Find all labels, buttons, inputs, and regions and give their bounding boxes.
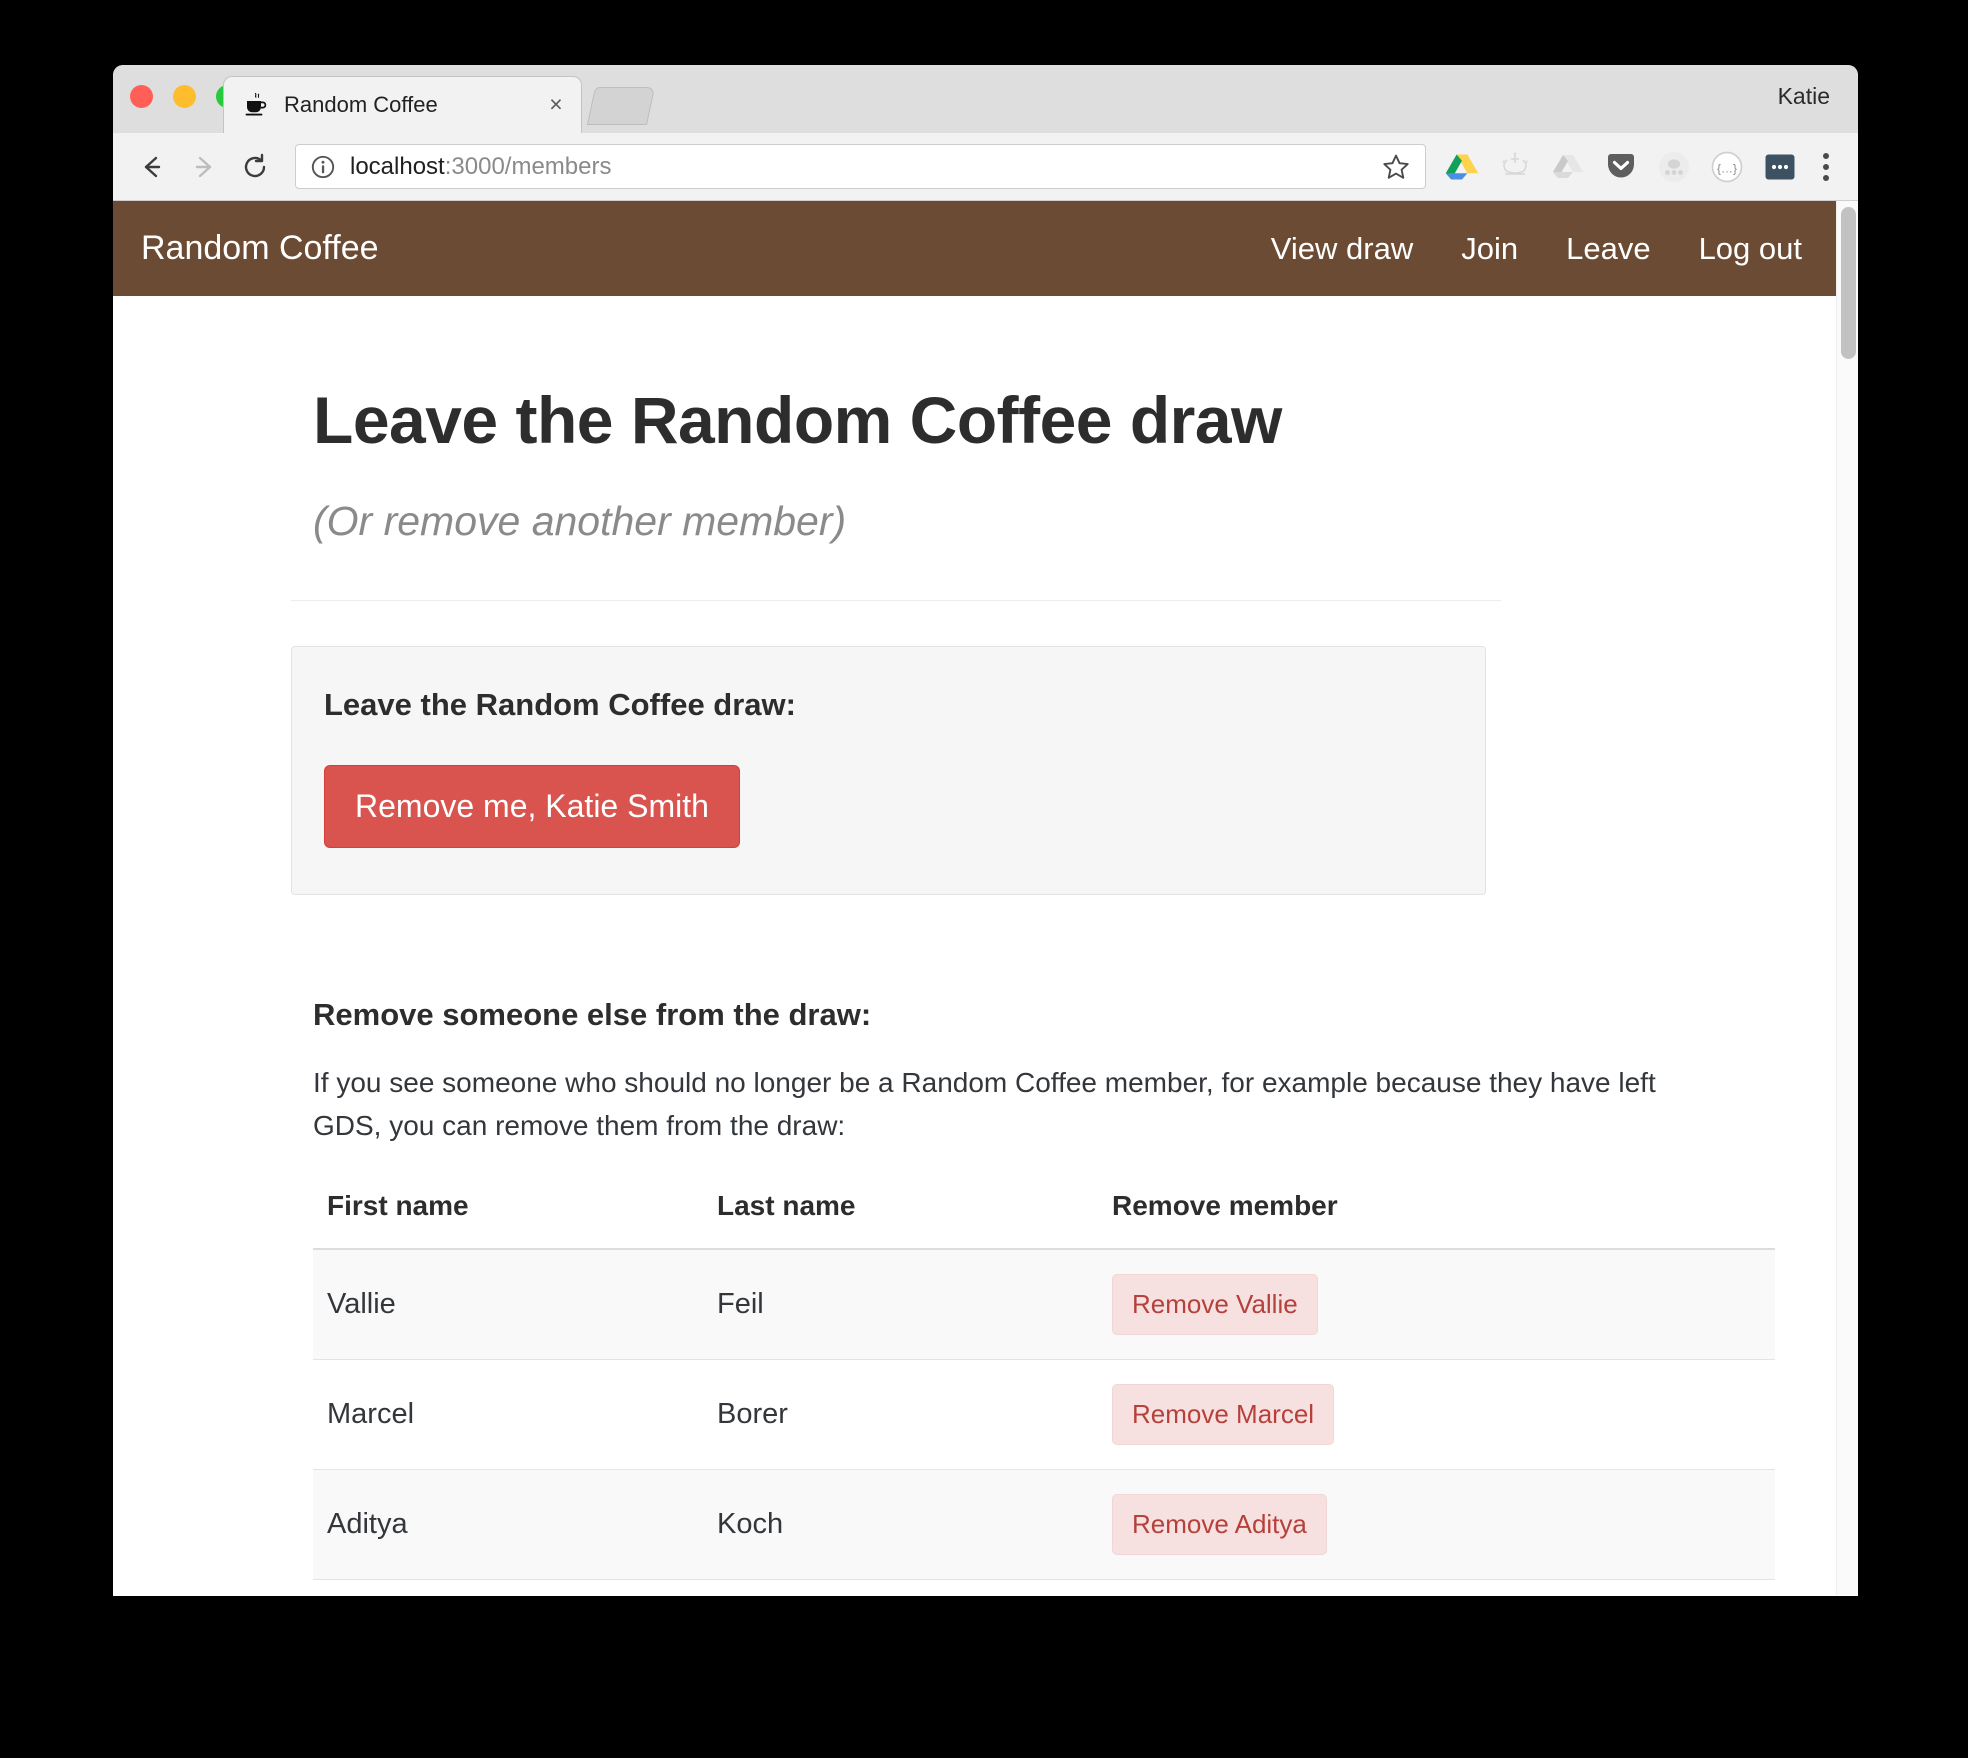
- url-path: :3000/members: [444, 152, 612, 180]
- browser-toolbar: localhost:3000/members {…}: [113, 133, 1858, 201]
- cell-last-name: Koch: [703, 1469, 1098, 1580]
- table-header-row: First name Last name Remove member: [313, 1189, 1775, 1250]
- drive-grey-icon[interactable]: [1550, 149, 1586, 185]
- site-nav-links: View draw Join Leave Log out: [1271, 231, 1802, 267]
- cell-first-name: Vallie: [313, 1248, 703, 1360]
- nav-link-join[interactable]: Join: [1461, 231, 1518, 267]
- leave-draw-panel: Leave the Random Coffee draw: Remove me,…: [291, 646, 1486, 895]
- address-bar-url: localhost:3000/members: [350, 153, 1381, 181]
- divider: [291, 600, 1501, 601]
- cell-first-name: Aditya: [313, 1469, 703, 1580]
- reload-icon[interactable]: [231, 143, 279, 191]
- back-arrow-icon[interactable]: [127, 143, 175, 191]
- cell-remove-action: Remove Vallie: [1098, 1248, 1775, 1360]
- table-row: Vallie Feil Remove Vallie: [313, 1248, 1775, 1360]
- coffee-cup-icon: [242, 91, 270, 119]
- forward-arrow-icon[interactable]: [179, 143, 227, 191]
- page-viewport: Random Coffee View draw Join Leave Log o…: [113, 201, 1858, 1595]
- site-navbar: Random Coffee View draw Join Leave Log o…: [113, 201, 1836, 296]
- remove-me-button[interactable]: Remove me, Katie Smith: [324, 765, 740, 848]
- leave-panel-heading: Leave the Random Coffee draw:: [324, 687, 796, 722]
- close-icon[interactable]: ×: [543, 92, 569, 118]
- remove-others-description: If you see someone who should no longer …: [313, 1067, 1656, 1142]
- members-table-body: Vallie Feil Remove Vallie Marcel Borer R…: [313, 1248, 1775, 1580]
- members-table: First name Last name Remove member Valli…: [313, 1189, 1775, 1580]
- remove-others-heading: Remove someone else from the draw:: [313, 997, 872, 1032]
- nav-link-view-draw[interactable]: View draw: [1271, 231, 1413, 267]
- cell-remove-action: Remove Aditya: [1098, 1469, 1775, 1580]
- table-row: Aditya Koch Remove Aditya: [313, 1469, 1775, 1580]
- remove-member-button[interactable]: Remove Marcel: [1112, 1383, 1335, 1445]
- page-subtitle: (Or remove another member): [313, 498, 847, 544]
- site-brand[interactable]: Random Coffee: [141, 229, 379, 268]
- column-header-first-name: First name: [313, 1189, 703, 1250]
- browser-tab-title: Random Coffee: [284, 92, 438, 117]
- three-dot-menu-icon[interactable]: [1808, 147, 1844, 187]
- window-user-label: Katie: [1777, 83, 1830, 109]
- table-row: Marcel Borer Remove Marcel: [313, 1359, 1775, 1470]
- close-window-button[interactable]: [130, 85, 153, 108]
- cell-first-name: Marcel: [313, 1359, 703, 1470]
- cell-last-name: Borer: [703, 1359, 1098, 1470]
- column-header-remove-member: Remove member: [1098, 1189, 1775, 1250]
- pocket-icon[interactable]: [1603, 149, 1639, 185]
- url-host: localhost: [350, 152, 445, 180]
- nav-link-leave[interactable]: Leave: [1566, 231, 1650, 267]
- new-tab-button[interactable]: [586, 87, 656, 125]
- avatar-grey-icon[interactable]: [1656, 149, 1692, 185]
- svg-text:{…}: {…}: [1717, 161, 1737, 175]
- cell-remove-action: Remove Marcel: [1098, 1359, 1775, 1470]
- nav-link-log-out[interactable]: Log out: [1699, 231, 1802, 267]
- members-table-head: First name Last name Remove member: [313, 1189, 1775, 1250]
- column-header-last-name: Last name: [703, 1189, 1098, 1250]
- page-content: Leave the Random Coffee draw (Or remove …: [113, 296, 1858, 1580]
- browser-titlebar: Random Coffee × Katie: [113, 65, 1858, 133]
- page-scrollbar[interactable]: [1836, 201, 1858, 1595]
- cell-last-name: Feil: [703, 1248, 1098, 1360]
- browser-tab-random-coffee[interactable]: Random Coffee ×: [223, 76, 582, 133]
- bookmark-star-icon[interactable]: [1381, 152, 1411, 182]
- page-scrollbar-thumb[interactable]: [1841, 207, 1856, 359]
- address-bar[interactable]: localhost:3000/members: [295, 144, 1426, 189]
- remove-member-button[interactable]: Remove Vallie: [1112, 1273, 1318, 1335]
- ellipsis-square-icon[interactable]: [1762, 149, 1798, 185]
- page-title: Leave the Random Coffee draw: [313, 383, 1282, 457]
- info-circle-icon[interactable]: [310, 154, 336, 180]
- google-drive-icon[interactable]: [1444, 149, 1480, 185]
- minimize-window-button[interactable]: [173, 85, 196, 108]
- crown-icon[interactable]: [1497, 149, 1533, 185]
- remove-member-button[interactable]: Remove Aditya: [1112, 1493, 1327, 1555]
- json-braces-icon[interactable]: {…}: [1709, 149, 1745, 185]
- browser-extensions: {…}: [1436, 149, 1798, 185]
- browser-window: Random Coffee × Katie localhost:3000/mem…: [113, 65, 1858, 1596]
